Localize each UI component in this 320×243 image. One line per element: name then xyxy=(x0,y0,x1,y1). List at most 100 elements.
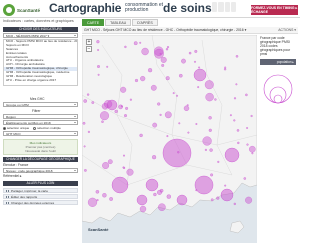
map-bubble[interactable] xyxy=(165,48,169,51)
map-bubble[interactable] xyxy=(176,94,178,97)
map-bubble[interactable] xyxy=(194,49,198,53)
map-bubble[interactable] xyxy=(83,99,87,103)
info-box[interactable]: Mes indicateurs Premier pas (centres) No… xyxy=(3,139,78,155)
map-bubble[interactable] xyxy=(124,45,127,49)
training-button[interactable]: FORMEZ-VOUS EN TIMING ▸ ÉCHANGE xyxy=(251,5,298,15)
map-bubble[interactable] xyxy=(235,83,238,86)
map-bubble[interactable] xyxy=(159,113,162,116)
map-bubble[interactable] xyxy=(107,159,113,165)
map-bubble[interactable] xyxy=(233,119,236,122)
zoom-out-button[interactable]: − xyxy=(86,46,92,52)
tab-tableau[interactable]: TABLEAU xyxy=(105,19,132,26)
map-bubble[interactable] xyxy=(101,120,104,123)
map-bubble[interactable] xyxy=(160,56,167,63)
radio-single[interactable]: sélection unique xyxy=(3,126,29,130)
map-bubble[interactable] xyxy=(224,184,227,187)
map-bubble[interactable] xyxy=(243,177,247,180)
map-bubble[interactable] xyxy=(152,155,157,160)
map-bubble[interactable] xyxy=(229,114,232,117)
map-bubble[interactable] xyxy=(139,133,143,138)
map-bubble[interactable] xyxy=(139,205,147,213)
list-item[interactable]: ATU - Prise en charge urgence 2017 xyxy=(4,78,77,83)
map-bubble[interactable] xyxy=(157,189,162,195)
map-bubble[interactable] xyxy=(183,105,190,111)
map-bubble[interactable] xyxy=(188,51,192,55)
map-bubble[interactable] xyxy=(179,73,183,78)
map-bubble[interactable] xyxy=(172,92,175,95)
share-print-button[interactable]: Partager, imprimer, la carte xyxy=(3,188,78,193)
map-bubble[interactable] xyxy=(95,190,100,194)
map-bubble[interactable] xyxy=(250,114,253,118)
map-bubble[interactable] xyxy=(154,46,164,56)
map-bubble[interactable] xyxy=(100,111,109,121)
map-bubble[interactable] xyxy=(97,73,100,76)
geo-referentiel-link[interactable]: Référentiel ▸ xyxy=(3,174,22,178)
map-bubble[interactable] xyxy=(87,197,98,207)
map-bubble[interactable] xyxy=(152,122,158,128)
map-bubble[interactable] xyxy=(87,130,90,133)
etablissement-select[interactable]: Établissements certifiés en 2018 xyxy=(3,120,78,125)
breadcrumb[interactable]: Indicateurs : cartes, données et graphiq… xyxy=(3,19,74,23)
map-bubble[interactable] xyxy=(194,175,214,195)
actions-menu[interactable]: ACTIONS ▾ xyxy=(278,27,296,34)
map-bubble[interactable] xyxy=(91,101,95,104)
map-bubble[interactable] xyxy=(194,60,196,63)
map-bubble[interactable] xyxy=(210,173,214,177)
indicator-group-select[interactable]: MCO - SÉJOURS PMSI 2017 ▾ xyxy=(3,33,78,38)
map-bubble[interactable] xyxy=(181,58,186,64)
map-bubble[interactable] xyxy=(120,105,123,108)
map-bubble[interactable] xyxy=(82,121,86,125)
zoom-in-button[interactable]: + xyxy=(86,39,92,45)
region-select[interactable]: Région xyxy=(3,114,78,119)
map-bubble[interactable] xyxy=(148,68,153,73)
map-bubble[interactable] xyxy=(233,97,237,100)
map-bubble[interactable] xyxy=(145,178,159,192)
map-bubble[interactable] xyxy=(123,154,125,157)
map-bubble[interactable] xyxy=(164,111,172,119)
map-bubble[interactable] xyxy=(102,193,107,198)
map-bubble[interactable] xyxy=(125,106,129,110)
map-bubble[interactable] xyxy=(236,129,240,132)
finess-select[interactable]: GHT MCO xyxy=(3,131,78,136)
map-bubble[interactable] xyxy=(205,92,214,102)
indicator-list[interactable]: MCO - Séjours PMSI MCO au lieu de réside… xyxy=(3,39,78,86)
map-bubble[interactable] xyxy=(204,148,207,151)
map-bubble[interactable] xyxy=(133,41,138,46)
scansante-logo[interactable]: ScanSanté xyxy=(3,4,40,16)
map-bubble[interactable] xyxy=(193,68,207,82)
geo-level-select[interactable]: Niveau : code géographique 2018 xyxy=(3,168,78,173)
map-bubble[interactable] xyxy=(157,102,161,106)
map-bubble[interactable] xyxy=(208,128,212,132)
map-bubble[interactable] xyxy=(204,80,214,90)
map-bubble[interactable] xyxy=(136,194,148,206)
map-bubble[interactable] xyxy=(134,78,139,83)
map-bubble[interactable] xyxy=(96,199,99,202)
map-bubble[interactable] xyxy=(83,145,86,148)
map-bubble[interactable] xyxy=(84,169,87,172)
map-bubble[interactable] xyxy=(126,168,134,176)
map-bubble[interactable] xyxy=(166,46,170,49)
external-data-button[interactable]: Changer des données externes xyxy=(3,200,78,205)
map-bubble[interactable] xyxy=(158,203,166,211)
map-bubble[interactable] xyxy=(140,76,146,82)
map-bubble[interactable] xyxy=(111,176,129,194)
map-bubble[interactable] xyxy=(139,41,142,44)
map-bubble[interactable] xyxy=(96,40,100,44)
map-bubble[interactable] xyxy=(153,192,157,197)
map-bubble[interactable] xyxy=(97,49,100,51)
map-bubble[interactable] xyxy=(198,66,201,69)
map-bubble[interactable] xyxy=(166,135,169,138)
map-bubble[interactable] xyxy=(216,196,220,200)
map-bubble[interactable] xyxy=(233,202,236,206)
tab-apres[interactable]: D'APRÈS xyxy=(132,19,158,26)
map-bubble[interactable] xyxy=(187,131,190,134)
map-bubble[interactable] xyxy=(106,65,109,68)
map-bubble[interactable] xyxy=(249,145,256,153)
map-bubble[interactable] xyxy=(109,197,113,201)
map-bubble[interactable] xyxy=(220,188,234,202)
map-bubble[interactable] xyxy=(237,141,240,145)
map-bubble[interactable] xyxy=(217,160,220,163)
edit-reports-button[interactable]: Éditer des rapports xyxy=(3,194,78,199)
map-bubble[interactable] xyxy=(197,86,200,89)
map-bubble[interactable] xyxy=(178,122,181,125)
